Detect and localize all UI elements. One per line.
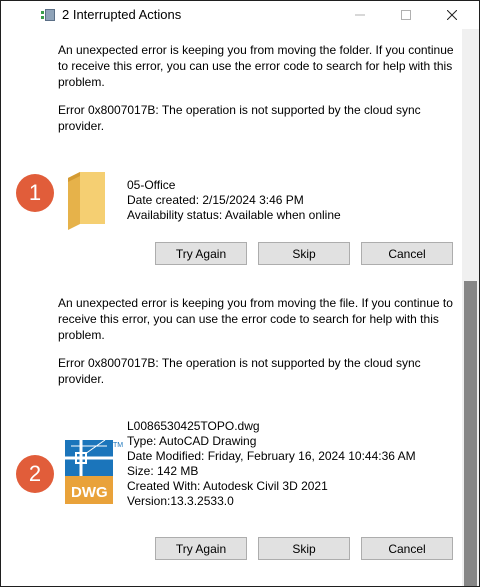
item-name: L0086530425TOPO.dwg: [127, 419, 260, 433]
folder-icon: [68, 172, 105, 230]
scrollbar-thumb[interactable]: [464, 281, 477, 586]
dwg-file-icon: DWG TM: [65, 440, 123, 504]
try-again-button[interactable]: Try Again: [155, 242, 247, 265]
error-message: An unexpected error is keeping you from …: [58, 43, 454, 89]
item-created-with: Created With: Autodesk Civil 3D 2021: [127, 479, 328, 493]
item-type: Type: AutoCAD Drawing: [127, 434, 257, 448]
interrupted-action-1: An unexpected error is keeping you from …: [1, 1, 462, 271]
interrupted-action-2: An unexpected error is keeping you from …: [1, 271, 462, 586]
dwg-icon-label: DWG: [71, 484, 108, 501]
item-size: Size: 142 MB: [127, 464, 199, 478]
step-badge: 1: [16, 174, 54, 212]
step-badge: 2: [16, 455, 54, 493]
interrupted-actions-dialog: 2 Interrupted Actions An unexpected erro…: [0, 0, 480, 587]
item-name: 05-Office: [127, 178, 176, 192]
try-again-button[interactable]: Try Again: [155, 537, 247, 560]
skip-button[interactable]: Skip: [258, 537, 350, 560]
item-availability: Availability status: Available when onli…: [127, 208, 341, 222]
trademark-mark: TM: [113, 442, 123, 449]
item-date-modified: Date Modified: Friday, February 16, 2024…: [127, 449, 416, 463]
item-date-created: Date created: 2/15/2024 3:46 PM: [127, 193, 304, 207]
cancel-button[interactable]: Cancel: [361, 242, 453, 265]
item-details: 05-Office Date created: 2/15/2024 3:46 P…: [127, 178, 341, 223]
item-details: L0086530425TOPO.dwg Type: AutoCAD Drawin…: [127, 419, 416, 509]
item-version: Version:13.3.2533.0: [127, 494, 234, 508]
error-code: Error 0x8007017B: The operation is not s…: [58, 103, 421, 133]
skip-button[interactable]: Skip: [258, 242, 350, 265]
error-code: Error 0x8007017B: The operation is not s…: [58, 356, 421, 386]
cancel-button[interactable]: Cancel: [361, 537, 453, 560]
error-message: An unexpected error is keeping you from …: [58, 296, 453, 342]
